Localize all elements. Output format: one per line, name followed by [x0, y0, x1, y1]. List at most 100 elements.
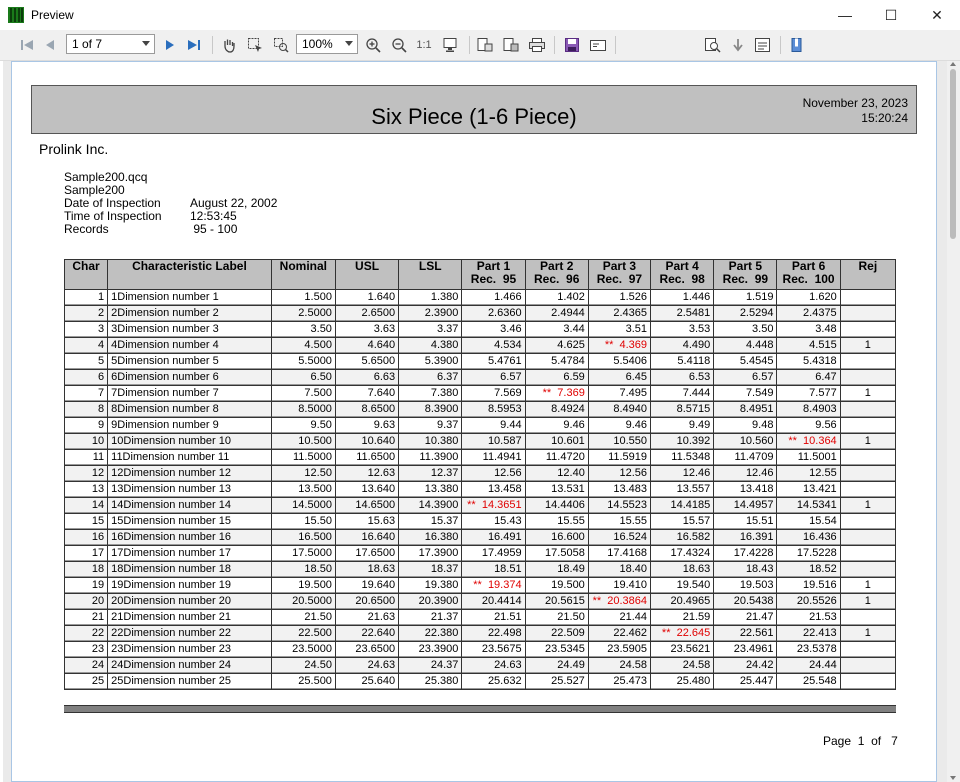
export-icon [477, 38, 493, 52]
zoom-in-button[interactable] [363, 35, 383, 55]
last-page-button[interactable] [184, 35, 204, 55]
cell-usl: 10.640 [334, 433, 400, 450]
first-page-button[interactable] [17, 35, 37, 55]
cell-nominal: 16.500 [270, 529, 336, 546]
cell-usl: 3.63 [334, 321, 400, 338]
col-header-usl: USL [334, 259, 400, 290]
zoom-selector[interactable]: 100% [296, 34, 358, 54]
cell-part-2: 5.4784 [524, 353, 589, 370]
zoom-out-button[interactable] [389, 35, 409, 55]
print-button[interactable] [526, 35, 548, 55]
cell-rej [839, 289, 897, 306]
previous-page-button[interactable] [41, 35, 59, 55]
cell-part-5: 24.42 [713, 657, 778, 674]
cell-label: 2Dimension number 2 [107, 305, 272, 322]
cell-nominal: 1.500 [270, 289, 336, 306]
cell-part-2: 9.46 [524, 417, 589, 434]
cell-rej: 1 [839, 577, 897, 594]
next-page-button[interactable] [161, 35, 179, 55]
cell-char: 12 [63, 465, 109, 482]
cell-lsl: 3.37 [398, 321, 463, 338]
table-row: 9 9Dimension number 9 9.50 9.63 9.37 9.44 9.46… [63, 417, 897, 434]
cell-char: 16 [63, 529, 109, 546]
send-email-button[interactable] [587, 35, 609, 55]
cell-rej [839, 449, 897, 466]
cell-part-4: 18.63 [650, 561, 715, 578]
cell-char: 1 [63, 289, 109, 306]
cell-usl: 5.6500 [334, 353, 400, 370]
cell-part-6: 4.515 [776, 337, 841, 354]
cell-nominal: 12.50 [270, 465, 336, 482]
cell-part-3: 7.495 [587, 385, 652, 402]
col-header-nominal: Nominal [270, 259, 336, 290]
cell-char: 11 [63, 449, 109, 466]
close-button[interactable]: ✕ [914, 0, 960, 30]
cell-part-4: 20.4965 [650, 593, 715, 610]
cell-usl: 23.6500 [334, 641, 400, 658]
bookmark-button[interactable] [787, 35, 807, 55]
cell-part-3: 5.5406 [587, 353, 652, 370]
cell-part-3: 2.4365 [587, 305, 652, 322]
arrow-down-icon [733, 39, 743, 52]
table-row: 14 14Dimension number 14 14.5000 14.6500 14.… [63, 497, 897, 514]
cell-label: 14Dimension number 14 [107, 497, 272, 514]
table-row: 24 24Dimension number 24 24.50 24.63 24.37 24… [63, 657, 897, 674]
table-body: 1 1Dimension number 1 1.500 1.640 1.380 1.466… [63, 289, 897, 690]
cell-label: 7Dimension number 7 [107, 385, 272, 402]
cell-label: 10Dimension number 10 [107, 433, 272, 450]
cell-part-2: 12.40 [524, 465, 589, 482]
cell-part-6: 6.47 [776, 369, 841, 386]
select-tool-button[interactable] [245, 35, 265, 55]
find-button[interactable] [702, 35, 724, 55]
cell-part-4: 9.49 [650, 417, 715, 434]
page-setup-icon [443, 38, 457, 52]
cell-part-3: 13.483 [587, 481, 652, 498]
cell-part-6: 16.436 [776, 529, 841, 546]
page-number: 1 [857, 734, 865, 748]
cell-nominal: 11.5000 [270, 449, 336, 466]
cell-part-5: 1.519 [713, 289, 778, 306]
table-of-contents-button[interactable] [752, 35, 774, 55]
table-row: 4 4Dimension number 4 4.500 4.640 4.380 4.534… [63, 337, 897, 354]
cell-char: 2 [63, 305, 109, 322]
cell-rej [839, 609, 897, 626]
col-header-rej: Rej [839, 259, 897, 290]
page-setup-button[interactable] [440, 35, 462, 55]
table-row: 19 19Dimension number 19 19.500 19.640 19.38… [63, 577, 897, 594]
cell-part-5: 9.48 [713, 417, 778, 434]
find-next-button[interactable] [729, 35, 747, 55]
cell-part-3: 1.526 [587, 289, 652, 306]
cell-part-6: 5.4318 [776, 353, 841, 370]
export-pdf-button[interactable] [500, 35, 522, 55]
cell-part-2: 17.5058 [524, 545, 589, 562]
col-header-part-2: Part 2 Rec. 96 [524, 259, 589, 290]
pan-tool-button[interactable] [219, 35, 239, 55]
page-selector[interactable]: 1 of 7 [66, 34, 155, 54]
save-button[interactable] [562, 35, 582, 55]
zoom-tool-button[interactable] [271, 35, 291, 55]
cell-lsl: 22.380 [398, 625, 463, 642]
maximize-button[interactable]: ☐ [868, 0, 914, 30]
cell-usl: 15.63 [334, 513, 400, 530]
cell-label: 6Dimension number 6 [107, 369, 272, 386]
scroll-thumb[interactable] [950, 69, 956, 239]
export-button[interactable] [474, 35, 496, 55]
part-3-record: Rec. 97 [596, 272, 643, 286]
cell-char: 23 [63, 641, 109, 658]
scroll-down-icon[interactable] [950, 776, 956, 780]
scroll-up-icon[interactable] [950, 62, 956, 66]
cell-nominal: 18.50 [270, 561, 336, 578]
cell-lsl: 17.3900 [398, 545, 463, 562]
cell-part-1: 24.63 [461, 657, 526, 674]
vertical-scrollbar[interactable] [947, 61, 960, 782]
cell-usl: 12.63 [334, 465, 400, 482]
cell-lsl: 16.380 [398, 529, 463, 546]
actual-size-button[interactable]: 1:1 [414, 35, 434, 55]
minimize-button[interactable]: — [822, 0, 868, 30]
cell-part-4: 13.557 [650, 481, 715, 498]
part-6-record: Rec. 100 [782, 272, 835, 286]
col-header-label: Characteristic Label [107, 259, 272, 290]
cell-lsl: 14.3900 [398, 497, 463, 514]
table-row: 8 8Dimension number 8 8.5000 8.6500 8.3900 8.… [63, 401, 897, 418]
cell-rej [839, 369, 897, 386]
